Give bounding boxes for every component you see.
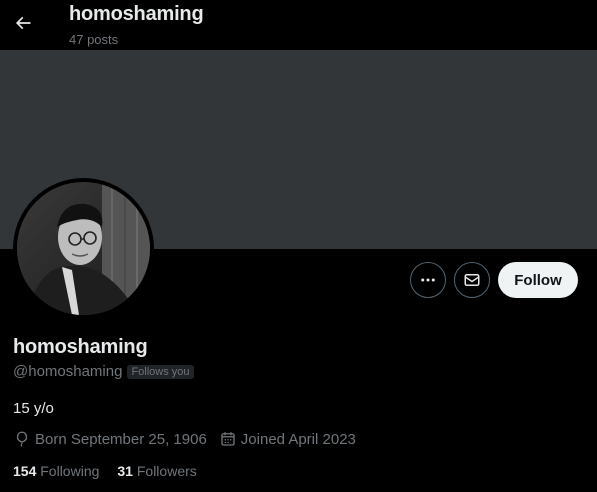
follow-button[interactable]: Follow (498, 262, 578, 298)
profile-bio: 15 y/o (13, 400, 54, 417)
avatar-photo (17, 182, 150, 315)
envelope-icon (464, 274, 480, 286)
following-link[interactable]: 154 Following (13, 463, 99, 479)
followers-link[interactable]: 31 Followers (117, 463, 196, 479)
balloon-icon (16, 431, 28, 447)
posts-count: 47 posts (69, 32, 119, 47)
follow-stats: 154 Following 31 Followers (13, 463, 215, 479)
followers-count: 31 (117, 463, 133, 479)
profile-handle: @homoshaming (13, 363, 123, 380)
birthdate-item: Born September 25, 1906 (13, 430, 207, 448)
more-button[interactable] (410, 262, 446, 298)
joined-item: Joined April 2023 (219, 430, 356, 448)
header-title: homoshaming (69, 3, 204, 25)
message-button[interactable] (454, 262, 490, 298)
calendar-icon (221, 432, 235, 446)
top-bar: homoshaming 47 posts (0, 0, 597, 50)
profile-meta: Born September 25, 1906 Joined April 202… (13, 430, 368, 448)
avatar[interactable] (13, 178, 154, 319)
more-icon (421, 278, 435, 282)
profile-display-name: homoshaming (13, 336, 148, 358)
follows-you-badge: Follows you (127, 364, 194, 379)
arrow-left-icon (15, 16, 31, 30)
handle-row: @homoshaming Follows you (13, 363, 194, 380)
followers-label: Followers (136, 463, 197, 479)
back-button[interactable] (8, 8, 38, 38)
birthdate-text: Born September 25, 1906 (35, 430, 207, 448)
joined-text: Joined April 2023 (240, 430, 356, 448)
following-label: Following (40, 463, 100, 479)
following-count: 154 (13, 463, 37, 479)
